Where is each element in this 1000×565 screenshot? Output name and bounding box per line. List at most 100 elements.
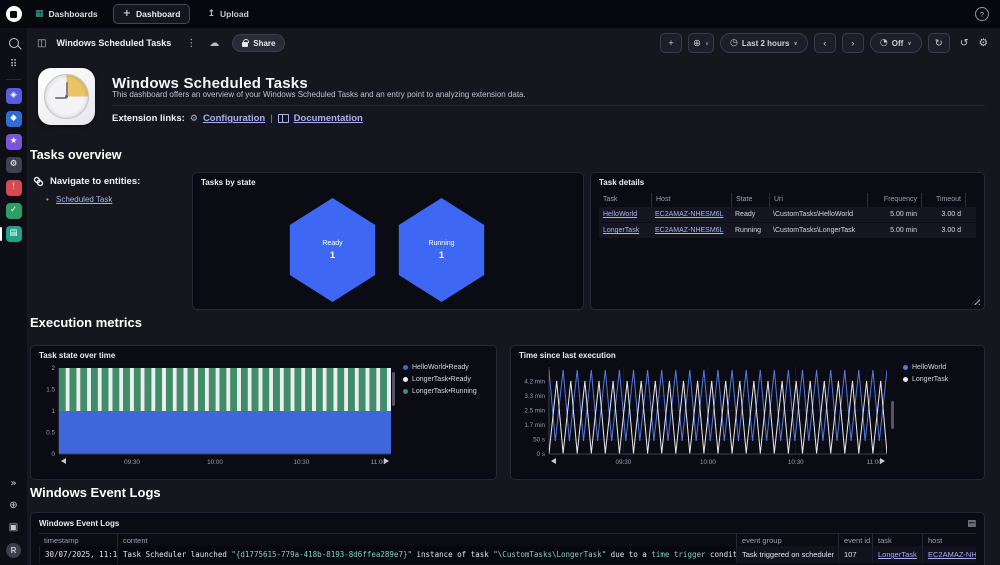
scheduled-task-link[interactable]: Scheduled Task: [56, 195, 112, 204]
svg-text:2: 2: [51, 365, 55, 372]
svg-text:10:30: 10:30: [293, 459, 309, 466]
task-link[interactable]: LongerTask: [878, 550, 917, 559]
share-button[interactable]: Share: [232, 34, 286, 52]
legend-dot: [403, 377, 408, 382]
column-header: Task: [603, 196, 618, 203]
settings-gear-icon[interactable]: ⚙: [979, 37, 988, 49]
host-link[interactable]: EC2AMAZ-NHESM6L: [655, 227, 723, 234]
logo-slot: [0, 6, 27, 22]
filler-cell: [965, 207, 976, 222]
whats-new-icon[interactable]: ▣: [6, 520, 22, 536]
dynatrace-logo-icon[interactable]: [5, 6, 22, 22]
panel-task-state-over-time: Task state over time 0 0.5 1 1.5 2 09:30 10:00…: [30, 345, 497, 480]
help-ring-icon[interactable]: ⊕: [6, 498, 22, 514]
task-cell: LongerTask: [872, 546, 922, 563]
event-id-cell: 107: [838, 546, 872, 563]
app-icon-settings[interactable]: ⚙: [5, 156, 22, 173]
svg-text:3.3 min: 3.3 min: [524, 393, 545, 400]
time-forward-button[interactable]: ›: [841, 33, 864, 53]
time-range-picker[interactable]: ◷ Last 2 hours ∨: [719, 33, 808, 53]
open-document-icon[interactable]: ▤: [967, 519, 976, 529]
hexagon-running[interactable]: Running 1: [398, 198, 485, 302]
tab-dashboard-label: Dashboard: [136, 9, 181, 19]
upload-icon: ↥: [207, 8, 215, 19]
legend-dot: [403, 389, 408, 394]
legend-dot: [903, 365, 908, 370]
history-icon[interactable]: ↺: [960, 37, 969, 49]
header-divider: [112, 105, 985, 106]
apps-grid-icon[interactable]: ⠿: [6, 57, 22, 73]
documentation-link[interactable]: Documentation: [294, 113, 363, 124]
panel-title: Time since last execution: [519, 351, 616, 360]
app-icon-synthetic[interactable]: ✓: [5, 202, 22, 219]
chart-scrollbar[interactable]: [891, 401, 894, 429]
legend-item[interactable]: LongerTask: [903, 376, 948, 383]
app-icon-infrastructure[interactable]: ◆: [5, 110, 22, 127]
app-icon-services[interactable]: ★: [5, 133, 22, 150]
search-icon[interactable]: [6, 35, 22, 51]
cloud-sync-icon[interactable]: ☁: [209, 38, 219, 49]
saw-chart-legend: HelloWorld LongerTask: [903, 364, 948, 383]
timestamp-cell: 30/07/2025, 11:10:57: [39, 546, 117, 563]
link-icon: [33, 176, 44, 187]
panel-resize-handle[interactable]: [971, 296, 980, 305]
app-icon-problems[interactable]: !: [5, 179, 22, 196]
host-cell: EC2AMAZ-NHESM6L: [651, 223, 731, 238]
svg-text:09:30: 09:30: [124, 459, 140, 466]
timeout-cell: 3.00 d: [941, 211, 961, 218]
view-options-button[interactable]: ⊕ ∨: [687, 33, 714, 53]
host-link[interactable]: EC2AMAZ-NH: [928, 550, 976, 559]
state-chart-legend: HelloWorld•Ready LongerTask•Ready LongerTa…: [403, 364, 477, 395]
links-separator: |: [270, 113, 273, 124]
task-link[interactable]: HelloWorld: [603, 211, 637, 218]
sidebar-apps: ◈ ◆ ★ ⚙! ✓ ▤: [0, 84, 22, 245]
svg-text:0.5: 0.5: [46, 430, 55, 437]
expand-sidebar-icon[interactable]: »: [6, 476, 22, 492]
column-header: Frequency: [867, 193, 921, 207]
state-cell: Running: [735, 227, 762, 234]
configuration-link[interactable]: Configuration: [203, 113, 265, 124]
task-link[interactable]: LongerTask: [603, 227, 639, 234]
auto-refresh-picker[interactable]: ◔ Off ∨: [869, 33, 922, 53]
legend-label: HelloWorld•Ready: [412, 364, 469, 371]
state-cell: Ready: [735, 211, 756, 218]
hexagon-ready[interactable]: Ready 1: [289, 198, 376, 302]
refresh-button[interactable]: ↻: [927, 33, 950, 53]
app-icon-notifications[interactable]: ◈: [5, 87, 22, 104]
view-options-icon: ⊕: [692, 37, 701, 49]
legend-item[interactable]: HelloWorld•Ready: [403, 364, 477, 371]
content-cell: Task Scheduler launched "{d1775615-779a-…: [117, 546, 736, 563]
user-avatar[interactable]: R: [6, 543, 21, 558]
host-cell: EC2AMAZ-NHESM6L: [651, 207, 731, 222]
breadcrumb[interactable]: ▦ Dashboards: [35, 9, 98, 19]
svg-text:0: 0: [51, 451, 55, 458]
legend-item[interactable]: HelloWorld: [903, 364, 948, 371]
hex-value: 1: [329, 249, 336, 261]
help-icon[interactable]: ?: [975, 7, 989, 21]
scheduled-tasks-app-logo: [38, 68, 95, 125]
add-panel-button[interactable]: +: [659, 33, 682, 53]
chart-scrollbar[interactable]: [392, 372, 395, 406]
sidebar: ⠿ ◈ ◆ ★ ⚙! ✓ ▤ » ⊕ ▣ R: [0, 28, 27, 565]
tab-dashboard[interactable]: + Dashboard: [112, 4, 191, 24]
state-chart-svg[interactable]: 00.511.5209:30 10:00 10:30 11:00: [35, 362, 395, 474]
legend-item[interactable]: LongerTask•Running: [403, 388, 477, 395]
saw-chart-svg[interactable]: 0 s 50 s 1.7 min 2.5 min 3.3 min 4.2 min 09:30…: [515, 362, 891, 474]
panel-title: Task state over time: [39, 351, 116, 360]
configuration-gear-icon: ⚙: [189, 113, 198, 124]
svg-text:1.5: 1.5: [46, 387, 55, 394]
event-log-row[interactable]: 30/07/2025, 11:10:57Task Scheduler launc…: [39, 546, 976, 563]
kebab-menu-icon[interactable]: ⋮: [186, 38, 196, 49]
tab-upload[interactable]: ↥ Upload: [207, 9, 248, 19]
svg-text:4.2 min: 4.2 min: [524, 379, 545, 386]
table-row[interactable]: LongerTask EC2AMAZ-NHESM6L Running \CustomT…: [599, 223, 976, 239]
extension-links-label: Extension links:: [112, 113, 185, 124]
task-details-body: HelloWorld EC2AMAZ-NHESM6L Ready \CustomTas…: [599, 207, 976, 239]
app-icon-dashboards[interactable]: ▤: [0, 225, 22, 242]
host-link[interactable]: EC2AMAZ-NHESM6L: [655, 211, 723, 218]
highlighted-text: "\CustomTasks\LongerTask": [493, 550, 607, 559]
legend-item[interactable]: LongerTask•Ready: [403, 376, 477, 383]
table-row[interactable]: HelloWorld EC2AMAZ-NHESM6L Ready \CustomTas…: [599, 207, 976, 223]
time-back-button[interactable]: ‹: [813, 33, 836, 53]
uri-cell: \CustomTasks\HelloWorld: [773, 211, 854, 218]
